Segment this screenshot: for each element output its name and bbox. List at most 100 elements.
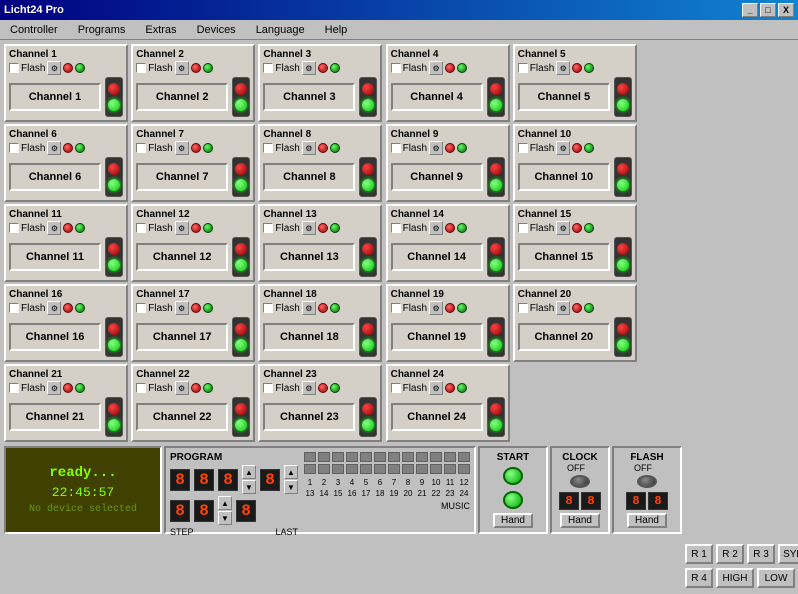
r4-button[interactable]: R 4 [685,568,713,588]
channel-19-checkbox[interactable] [391,303,401,313]
channel-7-settings-icon[interactable]: ⚙ [175,141,189,155]
channel-12-checkbox[interactable] [136,223,146,233]
prog-ind-9[interactable] [416,452,428,462]
channel-4-checkbox[interactable] [391,63,401,73]
prog-up2[interactable]: ▲ [284,465,298,479]
channel-16-settings-icon[interactable]: ⚙ [47,301,61,315]
channel-12-settings-icon[interactable]: ⚙ [175,221,189,235]
channel-3-checkbox[interactable] [263,63,273,73]
channel-17-button[interactable]: Channel 17 [136,323,228,351]
channel-2-checkbox[interactable] [136,63,146,73]
channel-18-button[interactable]: Channel 18 [263,323,355,351]
channel-8-checkbox[interactable] [263,143,273,153]
channel-15-settings-icon[interactable]: ⚙ [556,221,570,235]
channel-5-settings-icon[interactable]: ⚙ [556,61,570,75]
prog-ind-16[interactable] [346,464,358,474]
channel-8-settings-icon[interactable]: ⚙ [302,141,316,155]
channel-24-checkbox[interactable] [391,383,401,393]
channel-21-button[interactable]: Channel 21 [9,403,101,431]
prog-ind-13[interactable] [304,464,316,474]
prog-up3[interactable]: ▲ [218,496,232,510]
prog-ind-19[interactable] [388,464,400,474]
channel-19-button[interactable]: Channel 19 [391,323,483,351]
prog-ind-14[interactable] [318,464,330,474]
channel-20-checkbox[interactable] [518,303,528,313]
prog-ind-11[interactable] [444,452,456,462]
prog-ind-2[interactable] [318,452,330,462]
menu-extras[interactable]: Extras [139,22,182,38]
channel-7-checkbox[interactable] [136,143,146,153]
prog-ind-1[interactable] [304,452,316,462]
channel-5-button[interactable]: Channel 5 [518,83,610,111]
channel-10-checkbox[interactable] [518,143,528,153]
channel-6-checkbox[interactable] [9,143,19,153]
channel-6-button[interactable]: Channel 6 [9,163,101,191]
channel-17-settings-icon[interactable]: ⚙ [175,301,189,315]
channel-9-settings-icon[interactable]: ⚙ [429,141,443,155]
channel-12-button[interactable]: Channel 12 [136,243,228,271]
channel-22-button[interactable]: Channel 22 [136,403,228,431]
prog-ind-21[interactable] [416,464,428,474]
channel-13-settings-icon[interactable]: ⚙ [302,221,316,235]
prog-down2[interactable]: ▼ [284,480,298,494]
channel-10-settings-icon[interactable]: ⚙ [556,141,570,155]
channel-11-button[interactable]: Channel 11 [9,243,101,271]
prog-ind-24[interactable] [458,464,470,474]
channel-22-checkbox[interactable] [136,383,146,393]
close-button[interactable]: X [778,3,794,17]
prog-ind-5[interactable] [360,452,372,462]
prog-down1[interactable]: ▼ [242,480,256,494]
sync-button[interactable]: SYNC [778,544,798,564]
low-button[interactable]: LOW [757,568,795,588]
channel-21-settings-icon[interactable]: ⚙ [47,381,61,395]
prog-ind-15[interactable] [332,464,344,474]
channel-13-checkbox[interactable] [263,223,273,233]
prog-ind-22[interactable] [430,464,442,474]
channel-14-settings-icon[interactable]: ⚙ [429,221,443,235]
channel-9-button[interactable]: Channel 9 [391,163,483,191]
channel-4-button[interactable]: Channel 4 [391,83,483,111]
channel-1-button[interactable]: Channel 1 [9,83,101,111]
channel-18-settings-icon[interactable]: ⚙ [302,301,316,315]
maximize-button[interactable]: □ [760,3,776,17]
channel-2-settings-icon[interactable]: ⚙ [175,61,189,75]
prog-ind-3[interactable] [332,452,344,462]
channel-14-button[interactable]: Channel 14 [391,243,483,271]
menu-programs[interactable]: Programs [72,22,132,38]
channel-6-settings-icon[interactable]: ⚙ [47,141,61,155]
channel-22-settings-icon[interactable]: ⚙ [175,381,189,395]
channel-21-checkbox[interactable] [9,383,19,393]
channel-17-checkbox[interactable] [136,303,146,313]
menu-help[interactable]: Help [319,22,354,38]
channel-24-settings-icon[interactable]: ⚙ [429,381,443,395]
prog-ind-17[interactable] [360,464,372,474]
channel-4-settings-icon[interactable]: ⚙ [429,61,443,75]
clock-hand-button[interactable]: Hand [560,513,600,528]
channel-11-settings-icon[interactable]: ⚙ [47,221,61,235]
prog-up1[interactable]: ▲ [242,465,256,479]
channel-1-checkbox[interactable] [9,63,19,73]
channel-14-checkbox[interactable] [391,223,401,233]
flash-knob[interactable] [637,475,657,488]
channel-20-button[interactable]: Channel 20 [518,323,610,351]
start-hand-button[interactable]: Hand [493,513,533,528]
menu-devices[interactable]: Devices [191,22,242,38]
prog-ind-12[interactable] [458,452,470,462]
clock-knob[interactable] [570,475,590,488]
prog-down3[interactable]: ▼ [218,511,232,525]
channel-16-checkbox[interactable] [9,303,19,313]
channel-23-settings-icon[interactable]: ⚙ [302,381,316,395]
channel-1-settings-icon[interactable]: ⚙ [47,61,61,75]
channel-5-checkbox[interactable] [518,63,528,73]
r3-button[interactable]: R 3 [747,544,775,564]
prog-ind-18[interactable] [374,464,386,474]
channel-7-button[interactable]: Channel 7 [136,163,228,191]
channel-13-button[interactable]: Channel 13 [263,243,355,271]
prog-ind-10[interactable] [430,452,442,462]
menu-language[interactable]: Language [250,22,311,38]
channel-3-button[interactable]: Channel 3 [263,83,355,111]
channel-8-button[interactable]: Channel 8 [263,163,355,191]
channel-15-checkbox[interactable] [518,223,528,233]
channel-19-settings-icon[interactable]: ⚙ [429,301,443,315]
channel-2-button[interactable]: Channel 2 [136,83,228,111]
